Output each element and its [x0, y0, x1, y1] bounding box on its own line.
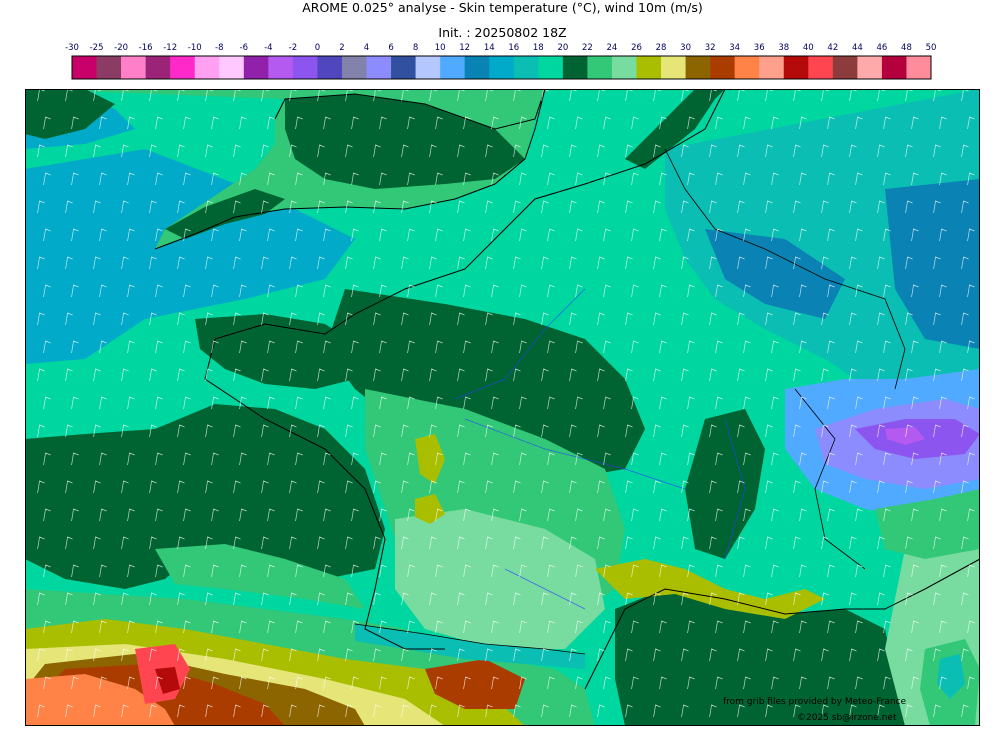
legend-swatch	[489, 56, 515, 79]
legend-swatch	[243, 56, 269, 79]
legend-swatch	[292, 56, 318, 79]
copyright-credit: ©2025 sb@irzone.net	[797, 713, 897, 723]
legend-swatch	[341, 56, 367, 79]
legend-swatch	[906, 56, 932, 79]
legend-swatch	[219, 56, 245, 79]
legend-tick-label: 16	[508, 43, 519, 53]
legend-tick-label: -8	[215, 43, 223, 53]
legend-tick-label: 8	[413, 43, 418, 53]
legend-swatch	[783, 56, 809, 79]
legend-swatch	[317, 56, 343, 79]
data-source-credit: from grib files provided by Meteo-France	[723, 697, 907, 707]
legend-swatch	[685, 56, 711, 79]
legend-swatch	[759, 56, 785, 79]
legend-tick-label: 0	[315, 43, 320, 53]
legend-tick-label: 12	[459, 43, 470, 53]
legend-tick-label: 38	[778, 43, 789, 53]
legend-swatch	[464, 56, 490, 79]
legend-tick-label: 18	[533, 43, 544, 53]
legend-tick-label: 22	[582, 43, 593, 53]
legend-swatch	[661, 56, 686, 79]
legend-swatch	[268, 56, 294, 79]
temperature-map	[25, 89, 980, 726]
legend-tick-label: 6	[388, 43, 393, 53]
color-scale-legend: -30 -25 -20 -16 -12 -10 -8 -6 -4 -2 0 2 4 6 8 10 12 14 16 1…	[65, 43, 937, 80]
legend-tick-label: 26	[631, 43, 642, 53]
legend-tick-label: -16	[139, 43, 153, 53]
legend-swatch	[72, 56, 97, 79]
legend-swatch	[636, 56, 662, 79]
legend-swatch	[415, 56, 441, 79]
legend-swatch	[194, 56, 220, 79]
legend-tick-label: 2	[339, 43, 344, 53]
legend-tick-label: -10	[188, 43, 202, 53]
legend-swatch	[96, 56, 122, 79]
legend-tick-label: -4	[264, 43, 272, 53]
legend-tick-label: -6	[240, 43, 248, 53]
legend-tick-label: 14	[484, 43, 495, 53]
legend-tick-label: -30	[65, 43, 79, 53]
legend-tick-label: 40	[803, 43, 814, 53]
legend-swatch	[587, 56, 613, 79]
legend-tick-label: 46	[877, 43, 888, 53]
legend-tick-label: 20	[557, 43, 568, 53]
legend-swatch	[808, 56, 834, 79]
legend-swatch	[710, 56, 735, 79]
legend-swatch	[857, 56, 883, 79]
legend-tick-label: 36	[754, 43, 765, 53]
legend-swatch	[145, 56, 171, 79]
legend-swatch	[734, 56, 760, 79]
legend-swatch	[538, 56, 564, 79]
legend-tick-label: 44	[852, 43, 863, 53]
legend-swatch	[513, 56, 539, 79]
legend-tick-label: 34	[729, 43, 740, 53]
legend-tick-label: -2	[289, 43, 297, 53]
legend-swatch	[881, 56, 907, 79]
legend-swatch	[170, 56, 196, 79]
legend-swatch	[562, 56, 588, 79]
legend-tick-label: -25	[90, 43, 104, 53]
legend-tick-label: 28	[656, 43, 667, 53]
legend-tick-label: 24	[607, 43, 618, 53]
legend-swatch	[366, 56, 392, 79]
legend-tick-label: 50	[926, 43, 937, 53]
legend-swatch	[832, 56, 858, 79]
legend-tick-label: 42	[827, 43, 838, 53]
legend-swatch	[121, 56, 146, 79]
legend-swatch	[391, 56, 416, 79]
legend-tick-label: -12	[163, 43, 177, 53]
legend-swatch	[440, 56, 465, 79]
legend-swatch	[611, 56, 637, 79]
legend-tick-label: 48	[901, 43, 912, 53]
legend-tick-label: 4	[364, 43, 369, 53]
legend-tick-label: 32	[705, 43, 716, 53]
legend-tick-label: 30	[680, 43, 691, 53]
legend-tick-label: 10	[435, 43, 446, 53]
legend-tick-label: -20	[114, 43, 128, 53]
